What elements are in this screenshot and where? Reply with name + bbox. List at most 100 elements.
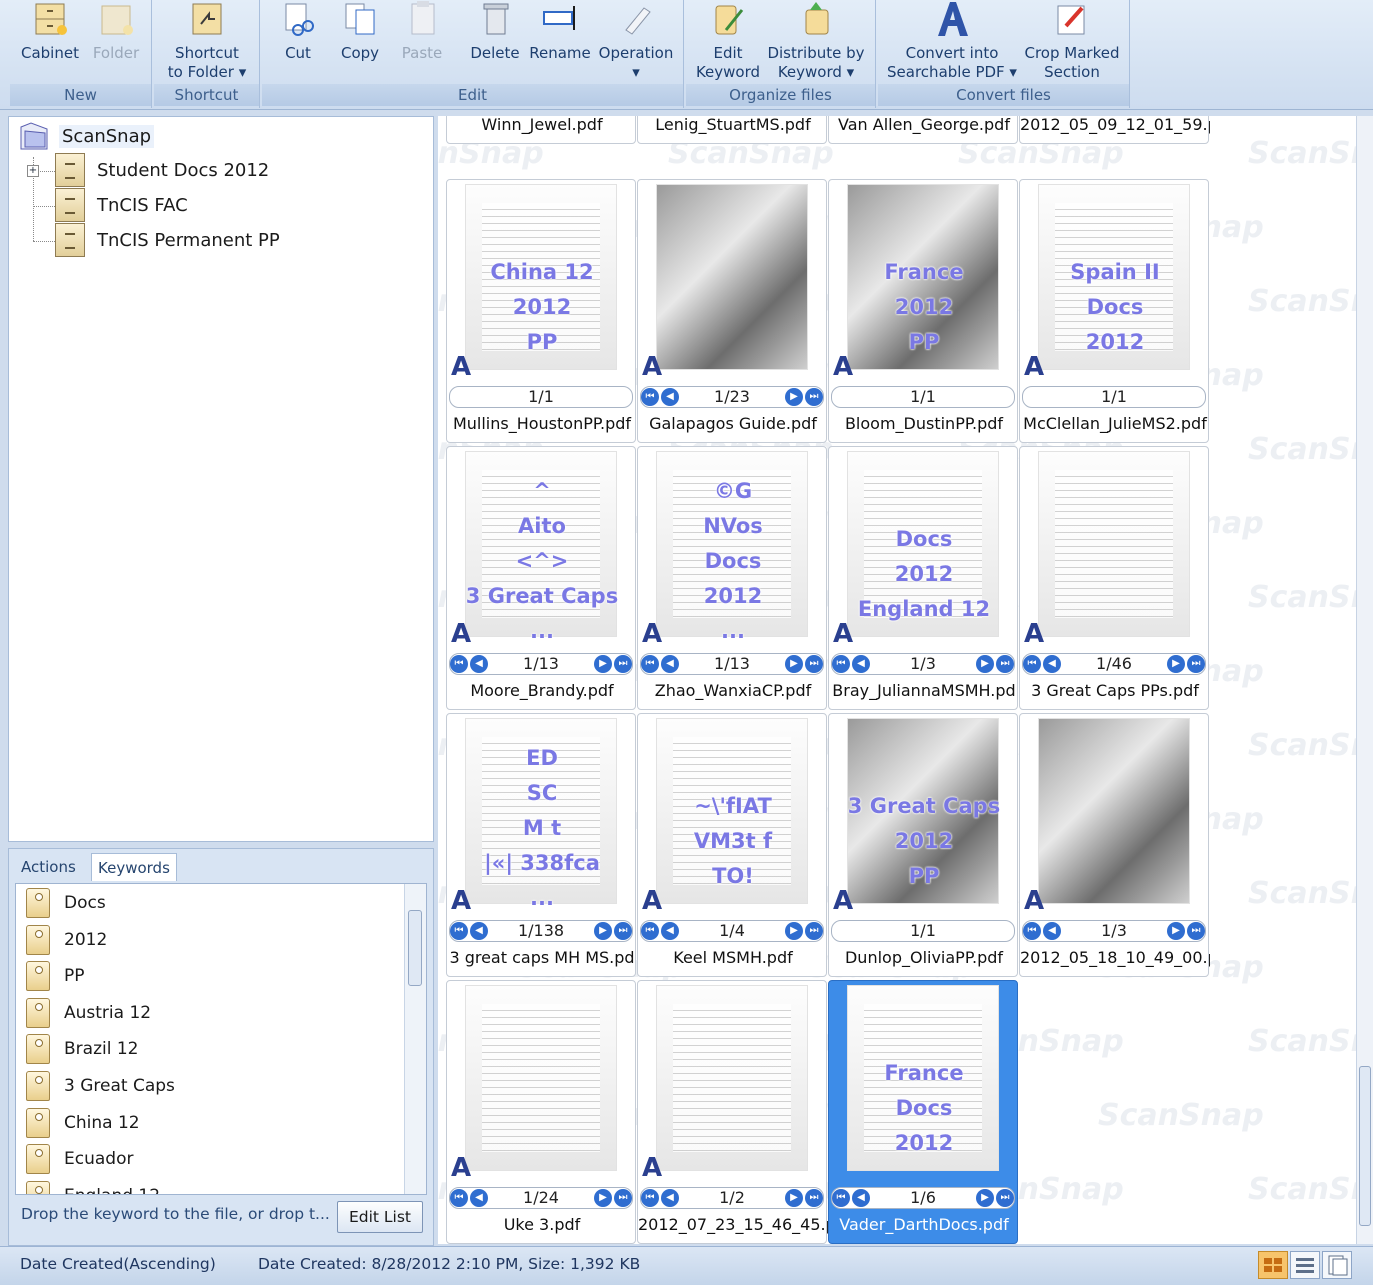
file-thumbnail[interactable]: ED SC M t |«| 338fca... A 1/138 ⏮ ◀ ▶ ⏭ 3 great ca… — [446, 713, 636, 977]
vertical-scrollbar[interactable] — [1356, 116, 1373, 1244]
keyword-item[interactable]: Austria 12 — [26, 997, 151, 1028]
tab-keywords[interactable]: Keywords — [91, 853, 177, 881]
keyword-item[interactable]: 2012 — [26, 924, 107, 955]
first-page-icon[interactable]: ⏮ — [450, 1189, 468, 1207]
prev-page-icon[interactable]: ◀ — [1043, 655, 1061, 673]
file-thumbnail[interactable]: Docs 2012 England 12 A 1/3 ⏮ ◀ ▶ ⏭ Bray_JuliannaM… — [828, 446, 1018, 710]
prev-page-icon[interactable]: ◀ — [470, 655, 488, 673]
file-thumbnail[interactable]: 1/2⏮◀▶⏭Lenig_StuartMS.pdf — [637, 116, 827, 144]
next-page-icon[interactable]: ▶ — [976, 655, 994, 673]
prev-page-icon[interactable]: ◀ — [852, 1189, 870, 1207]
next-page-icon[interactable]: ▶ — [594, 1189, 612, 1207]
last-page-icon[interactable]: ⏭ — [1187, 655, 1205, 673]
next-page-icon[interactable]: ▶ — [1167, 655, 1185, 673]
prev-page-icon[interactable]: ◀ — [661, 1189, 679, 1207]
copy-button[interactable]: Copy — [332, 0, 388, 63]
paste-button[interactable]: Paste — [394, 0, 450, 63]
prev-page-buttons[interactable]: ⏮ ◀ — [1023, 655, 1061, 674]
keyword-item[interactable]: Brazil 12 — [26, 1034, 138, 1065]
next-page-buttons[interactable]: ▶ ⏭ — [594, 1189, 632, 1208]
prev-page-buttons[interactable]: ⏮ ◀ — [641, 655, 679, 674]
file-thumbnail[interactable]: ©G NVos Docs 2012... A 1/13 ⏮ ◀ ▶ ⏭ Zhao_WanxiaCP.… — [637, 446, 827, 710]
next-page-buttons[interactable]: ▶ ⏭ — [976, 655, 1014, 674]
page-view-button[interactable] — [1322, 1251, 1352, 1279]
prev-page-buttons[interactable]: ⏮ ◀ — [641, 922, 679, 941]
crop-marked-section-button[interactable]: Crop Marked Section — [1020, 0, 1124, 82]
file-thumbnail[interactable]: A 1/3 ⏮ ◀ ▶ ⏭ 2012_05_18_10_49_00.pc — [1019, 713, 1210, 977]
next-page-icon[interactable]: ▶ — [785, 1189, 803, 1207]
file-thumbnail[interactable]: ^ Aito <^> 3 Great Caps... A 1/13 ⏮ ◀ ▶ ⏭ Moore_Br… — [446, 446, 636, 710]
first-page-icon[interactable]: ⏮ — [832, 655, 850, 673]
first-page-icon[interactable]: ⏮ — [450, 922, 468, 940]
prev-page-icon[interactable]: ◀ — [470, 1189, 488, 1207]
prev-page-icon[interactable]: ◀ — [661, 388, 679, 406]
thumbnail-view-button[interactable] — [1258, 1251, 1288, 1279]
file-thumbnail[interactable]: France Docs 2012 1/6 ⏮ ◀ ▶ ⏭ Vader_DarthDocs.pdf — [828, 980, 1018, 1244]
tree-root-scansnap[interactable]: ScanSnap — [17, 119, 155, 153]
scrollbar-thumb[interactable] — [1359, 1066, 1371, 1226]
next-page-buttons[interactable]: ▶ ⏭ — [594, 655, 632, 674]
next-page-buttons[interactable]: ▶ ⏭ — [594, 922, 632, 941]
prev-page-buttons[interactable]: ⏮ ◀ — [641, 388, 679, 407]
next-page-buttons[interactable]: ▶ ⏭ — [785, 655, 823, 674]
file-thumbnail[interactable]: China 12 2012 PP A 1/1 Mullins_HoustonPP.pdf — [446, 179, 636, 443]
distribute-by-keyword-button[interactable]: Distribute by Keyword ▾ — [764, 0, 868, 82]
operation-button[interactable]: Operation ▾ — [596, 0, 676, 82]
prev-page-buttons[interactable]: ⏮ ◀ — [450, 655, 488, 674]
last-page-icon[interactable]: ⏭ — [614, 1189, 632, 1207]
next-page-icon[interactable]: ▶ — [1167, 922, 1185, 940]
scrollbar-thumb[interactable] — [408, 910, 422, 986]
prev-page-icon[interactable]: ◀ — [661, 922, 679, 940]
prev-page-icon[interactable]: ◀ — [661, 655, 679, 673]
folder-button[interactable]: Folder — [86, 0, 146, 63]
next-page-icon[interactable]: ▶ — [785, 655, 803, 673]
shortcut-to-folder-button[interactable]: Shortcut to Folder ▾ — [158, 0, 256, 82]
last-page-icon[interactable]: ⏭ — [1187, 922, 1205, 940]
prev-page-buttons[interactable]: ⏮ ◀ — [450, 1189, 488, 1208]
first-page-icon[interactable]: ⏮ — [832, 1189, 850, 1207]
keyword-item[interactable]: Docs — [26, 888, 106, 918]
cut-button[interactable]: Cut — [276, 0, 320, 63]
keyword-item[interactable]: Ecuador — [26, 1144, 133, 1175]
keyword-item[interactable]: England 12 — [26, 1180, 160, 1194]
next-page-buttons[interactable]: ▶ ⏭ — [1167, 655, 1205, 674]
file-thumbnail[interactable]: A 1/23 ⏮ ◀ ▶ ⏭ Galapagos Guide.pdf — [637, 179, 827, 443]
file-thumbnail[interactable]: A 1/24 ⏮ ◀ ▶ ⏭ Uke 3.pdf — [446, 980, 636, 1244]
keyword-item[interactable]: 3 Great Caps — [26, 1071, 175, 1101]
file-thumbnail[interactable]: 1/12012_05_09_12_01_59.pc — [1019, 116, 1210, 144]
next-page-icon[interactable]: ▶ — [594, 655, 612, 673]
prev-page-icon[interactable]: ◀ — [470, 922, 488, 940]
prev-page-buttons[interactable]: ⏮ ◀ — [450, 922, 488, 941]
next-page-buttons[interactable]: ▶ ⏭ — [1167, 922, 1205, 941]
last-page-icon[interactable]: ⏭ — [996, 1189, 1014, 1207]
first-page-icon[interactable]: ⏮ — [641, 388, 659, 406]
file-thumbnail[interactable]: A 1/46 ⏮ ◀ ▶ ⏭ 3 Great Caps PPs.pdf — [1019, 446, 1209, 710]
file-thumbnail[interactable]: ~\'fIAT VM3t f TO! A 1/4 ⏮ ◀ ▶ ⏭ Keel MSMH.pdf — [637, 713, 827, 977]
first-page-icon[interactable]: ⏮ — [1023, 655, 1041, 673]
last-page-icon[interactable]: ⏭ — [805, 922, 823, 940]
keyword-list-scrollbar[interactable] — [404, 884, 426, 1194]
prev-page-icon[interactable]: ◀ — [852, 655, 870, 673]
first-page-icon[interactable]: ⏮ — [641, 922, 659, 940]
first-page-icon[interactable]: ⏮ — [450, 655, 468, 673]
last-page-icon[interactable]: ⏭ — [805, 1189, 823, 1207]
keyword-item[interactable]: PP — [26, 961, 85, 992]
file-thumbnail[interactable]: 1/4⏮◀▶⏭Winn_Jewel.pdf — [446, 116, 636, 144]
prev-page-buttons[interactable]: ⏮ ◀ — [832, 655, 870, 674]
prev-page-icon[interactable]: ◀ — [1043, 922, 1061, 940]
rename-button[interactable]: Rename — [526, 0, 594, 63]
last-page-icon[interactable]: ⏭ — [805, 388, 823, 406]
last-page-icon[interactable]: ⏭ — [996, 655, 1014, 673]
next-page-buttons[interactable]: ▶ ⏭ — [976, 1189, 1014, 1208]
next-page-icon[interactable]: ▶ — [594, 922, 612, 940]
first-page-icon[interactable]: ⏮ — [1023, 922, 1041, 940]
next-page-buttons[interactable]: ▶ ⏭ — [785, 388, 823, 407]
keyword-item[interactable]: China 12 — [26, 1107, 140, 1138]
file-thumbnail[interactable]: France 2012 PP A 1/1 Bloom_DustinPP.pdf — [828, 179, 1018, 443]
first-page-icon[interactable]: ⏮ — [641, 655, 659, 673]
last-page-icon[interactable]: ⏭ — [805, 655, 823, 673]
tab-actions[interactable]: Actions — [15, 853, 82, 881]
prev-page-buttons[interactable]: ⏮ ◀ — [1023, 922, 1061, 941]
cabinet-button[interactable]: Cabinet — [18, 0, 82, 63]
tree-item-tncis-fac[interactable]: TnCIS FAC — [55, 188, 188, 222]
